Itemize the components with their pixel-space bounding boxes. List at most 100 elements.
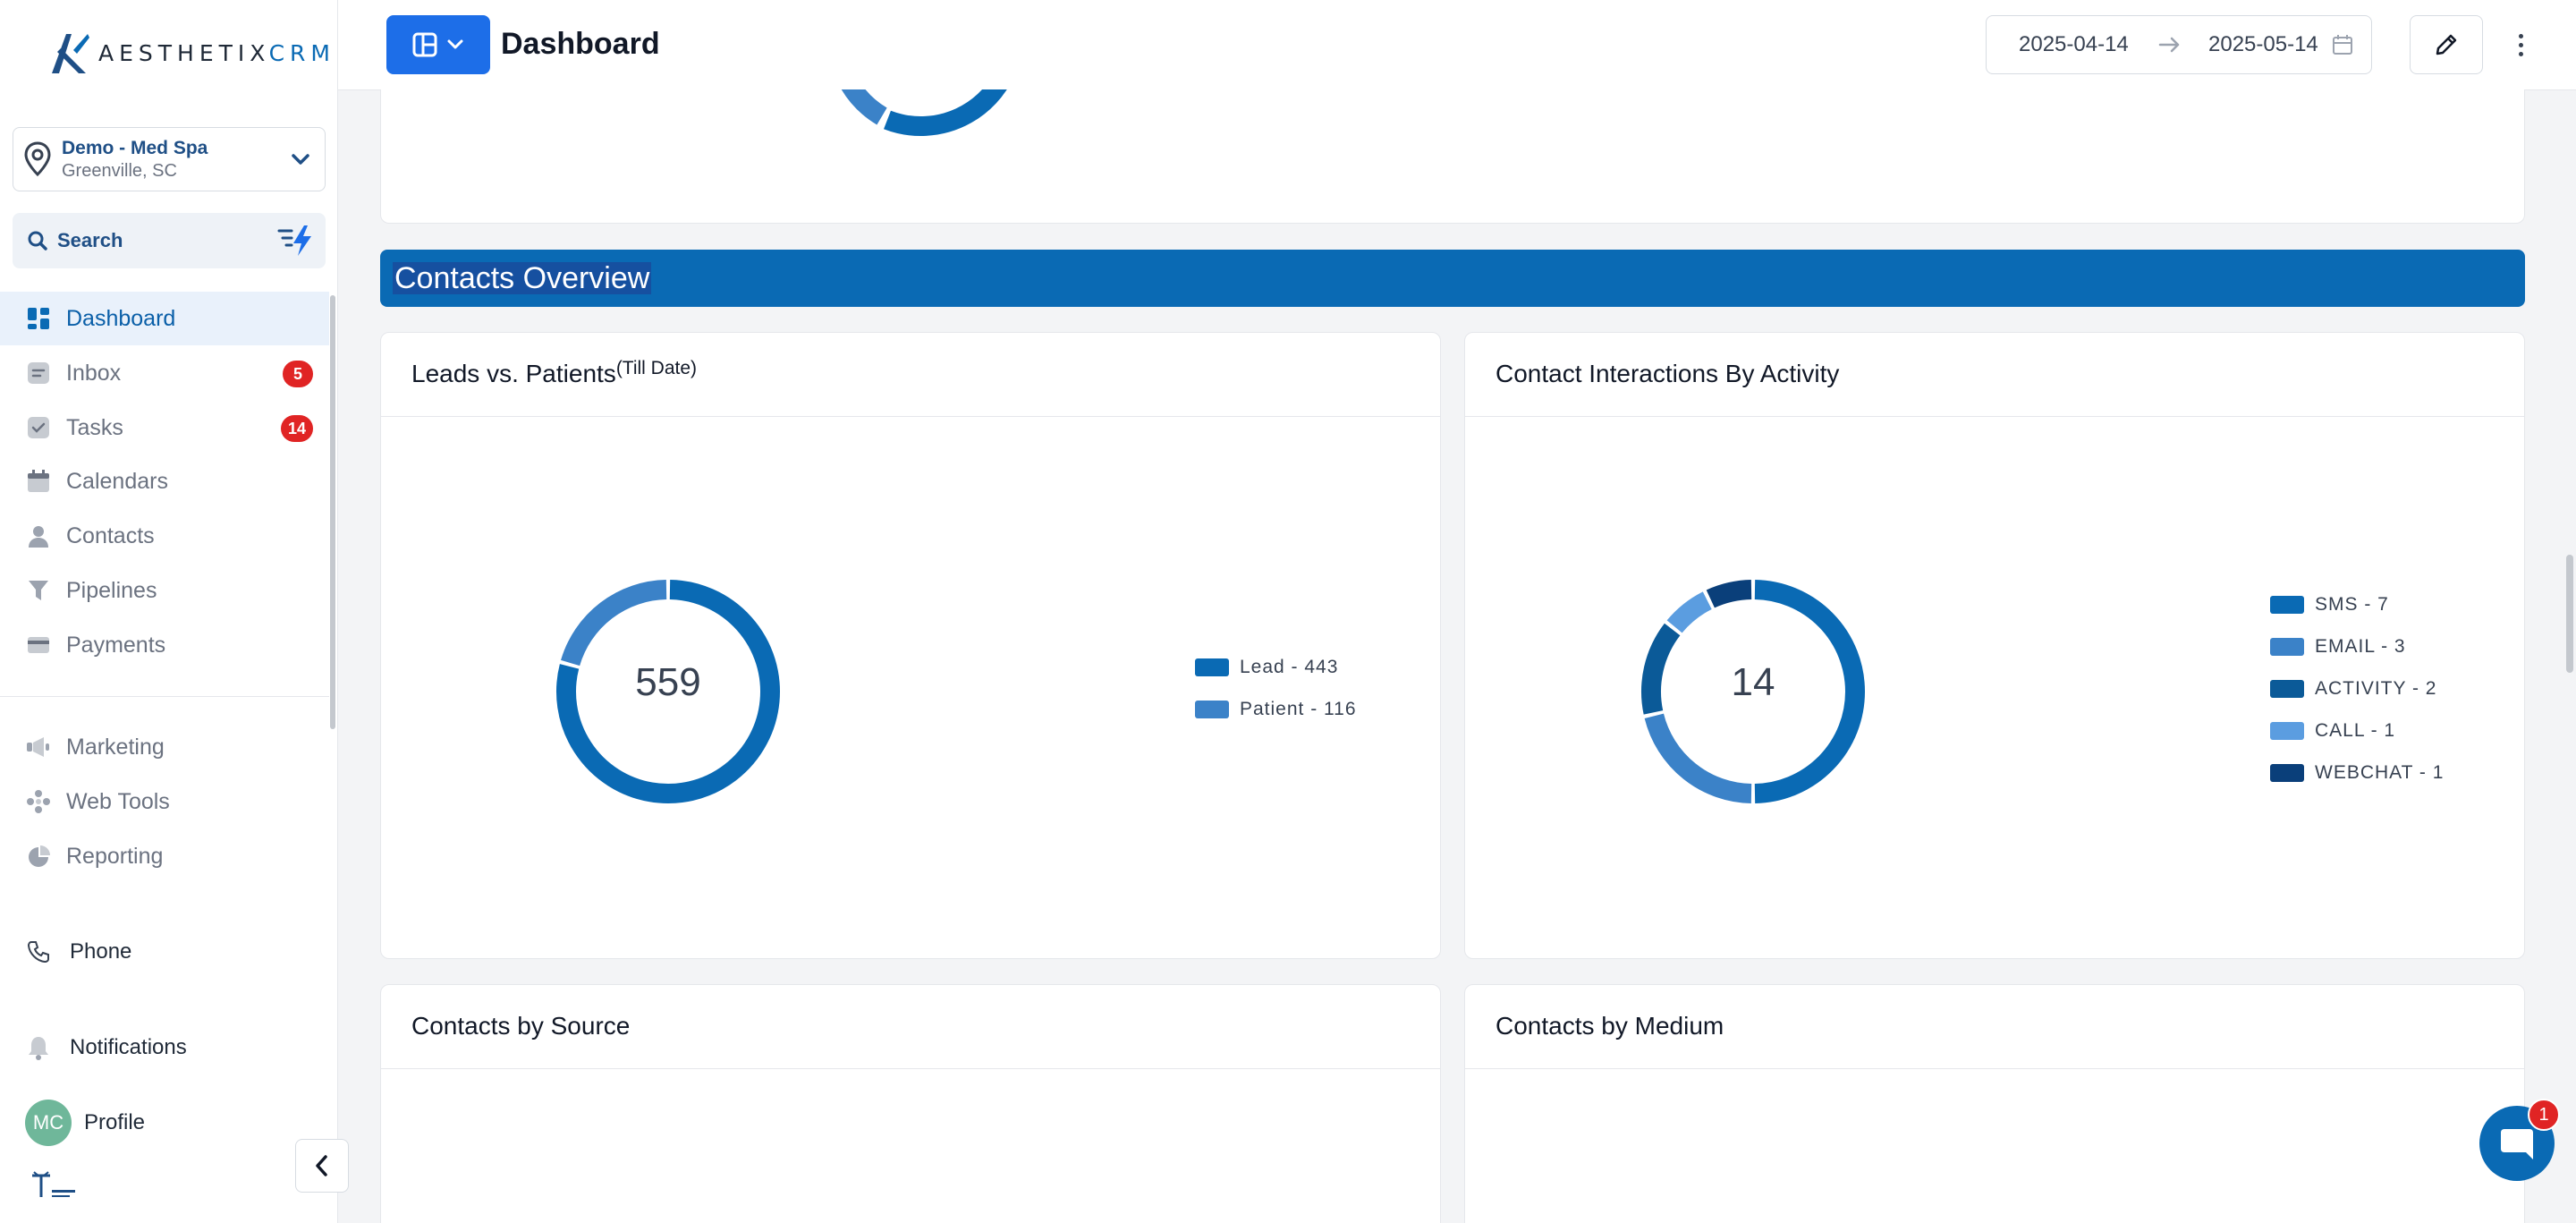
leads-donut-chart: 559 [551,574,785,809]
chevron-down-icon [292,154,309,165]
sidebar-item-label: Calendars [66,468,168,494]
donut-slice-webchat[interactable] [1706,580,1752,608]
chat-unread-badge: 1 [2528,1099,2560,1131]
pipelines-icon [25,577,52,604]
calendar-icon [2333,35,2352,55]
sidebar-notifications[interactable]: Notifications [25,1034,187,1061]
date-range-picker[interactable]: 2025-04-14 2025-05-14 [1986,15,2372,74]
page-scrollbar[interactable] [2566,555,2573,673]
card-title: Contact Interactions By Activity [1496,360,1840,387]
legend-label: EMAIL - 3 [2315,635,2406,657]
bell-icon [25,1034,52,1061]
legend-label: WEBCHAT - 1 [2315,761,2445,783]
card-title: Contacts by Medium [1496,1012,1724,1040]
donut-center-total: 559 [635,660,701,704]
sidebar-item-reporting[interactable]: Reporting [0,829,329,874]
map-pin-icon [24,141,51,177]
marketing-icon [25,734,52,760]
quick-action-bolt-icon[interactable] [277,224,313,258]
legend-item-lead[interactable]: Lead - 443 [1195,646,1357,688]
sidebar-item-label: Tasks [66,414,123,440]
phone-label: Phone [70,939,132,964]
legend-item-activity[interactable]: ACTIVITY - 2 [2270,667,2444,709]
sidebar-item-label: Reporting [66,844,164,869]
legend-swatch [2270,679,2304,698]
edit-dashboard-button[interactable] [2410,15,2483,74]
card-header: Contacts by Source [381,985,1440,1069]
legend-label: ACTIVITY - 2 [2315,677,2437,699]
contact-interactions-card: Contact Interactions By Activity 14 SMS … [1464,332,2525,959]
location-name: Demo - Med Spa [62,137,208,158]
donut-slice-email[interactable] [1644,713,1752,803]
sidebar-item-label: Dashboard [66,305,176,331]
legend-item-webchat[interactable]: WEBCHAT - 1 [2270,752,2444,794]
sidebar-item-marketing[interactable]: Marketing [0,720,329,774]
pencil-icon [2436,34,2457,55]
layout-icon [412,32,437,57]
dashboard-icon [25,305,52,332]
card-title: Contacts by Source [411,1012,631,1040]
location-city: Greenville, SC [62,160,177,181]
legend-item-email[interactable]: EMAIL - 3 [2270,625,2444,667]
sidebar-item-label: Payments [66,632,166,658]
sidebar-item-label: Contacts [66,522,155,548]
date-start[interactable]: 2025-04-14 [2019,32,2129,57]
contacts-overview-section-header: Contacts Overview [380,250,2525,307]
arrow-right-icon [2158,37,2180,53]
card-subtitle: (Till Date) [615,358,698,378]
search-icon [28,231,47,251]
inbox-count-badge: 5 [283,361,313,387]
notifications-label: Notifications [70,1035,187,1059]
legend-item-call[interactable]: CALL - 1 [2270,709,2444,752]
sidebar-item-calendars[interactable]: Calendars [0,454,329,508]
contacts-by-source-card: Contacts by Source [380,984,1441,1223]
sidebar-item-label: Web Tools [66,788,170,814]
legend-label: Lead - 443 [1240,656,1339,677]
sidebar-item-contacts[interactable]: Contacts [0,509,329,563]
layout-switcher-button[interactable] [386,15,490,74]
page-title: Dashboard [501,27,660,61]
tasks-count-badge: 14 [280,415,313,442]
web-tools-icon [25,788,52,815]
date-end[interactable]: 2025-05-14 [2208,32,2318,57]
legend-swatch [1195,658,1229,676]
sidebar: AESTHETIXCRM Demo - Med Spa Greenville, … [0,0,338,1223]
avatar: MC [25,1100,72,1146]
sidebar-item-tasks[interactable]: Tasks 14 [0,401,329,454]
phone-icon [25,938,52,965]
sidebar-item-label: Inbox [66,360,122,386]
more-options-icon[interactable] [2512,27,2529,63]
legend-item-patient[interactable]: Patient - 116 [1195,688,1357,730]
partner-logo-icon [32,1171,75,1197]
collapse-sidebar-button[interactable] [295,1139,349,1193]
card-title: Leads vs. Patients(Till Date) [411,358,698,387]
donut-center-total: 14 [1731,660,1775,704]
chevron-down-icon [447,39,463,49]
payments-icon [25,632,52,658]
sidebar-phone[interactable]: Phone [25,938,131,965]
calendar-icon [25,468,52,495]
sidebar-scrollbar[interactable] [330,295,335,729]
sidebar-item-payments[interactable]: Payments [0,618,329,672]
sidebar-item-pipelines[interactable]: Pipelines [0,564,329,617]
profile-label: Profile [84,1110,146,1134]
tasks-icon [25,414,52,441]
interactions-donut-chart: 14 [1636,574,1870,809]
legend-item-sms[interactable]: SMS - 7 [2270,583,2444,625]
sidebar-item-web-tools[interactable]: Web Tools [0,775,329,828]
donut-slice-patient[interactable] [561,580,667,667]
sidebar-item-inbox[interactable]: Inbox 5 [0,346,329,400]
donut-slice-call[interactable] [1666,591,1712,633]
brand-name: AESTHETIXCRM [98,39,335,66]
sidebar-profile[interactable]: MC Profile [25,1100,145,1146]
brand-logo[interactable]: AESTHETIXCRM [50,30,335,75]
search-button[interactable]: Search [13,213,326,268]
leads-vs-patients-card: Leads vs. Patients(Till Date) 559 Lead -… [380,332,1441,959]
sidebar-item-dashboard[interactable]: Dashboard [0,292,329,345]
contacts-by-medium-card: Contacts by Medium [1464,984,2525,1223]
logo-mark-icon [52,34,89,73]
location-switcher[interactable]: Demo - Med Spa Greenville, SC [13,127,326,191]
nav-divider [0,696,329,697]
top-header: Dashboard 2025-04-14 2025-05-14 [338,0,2576,90]
inbox-icon [25,360,52,386]
